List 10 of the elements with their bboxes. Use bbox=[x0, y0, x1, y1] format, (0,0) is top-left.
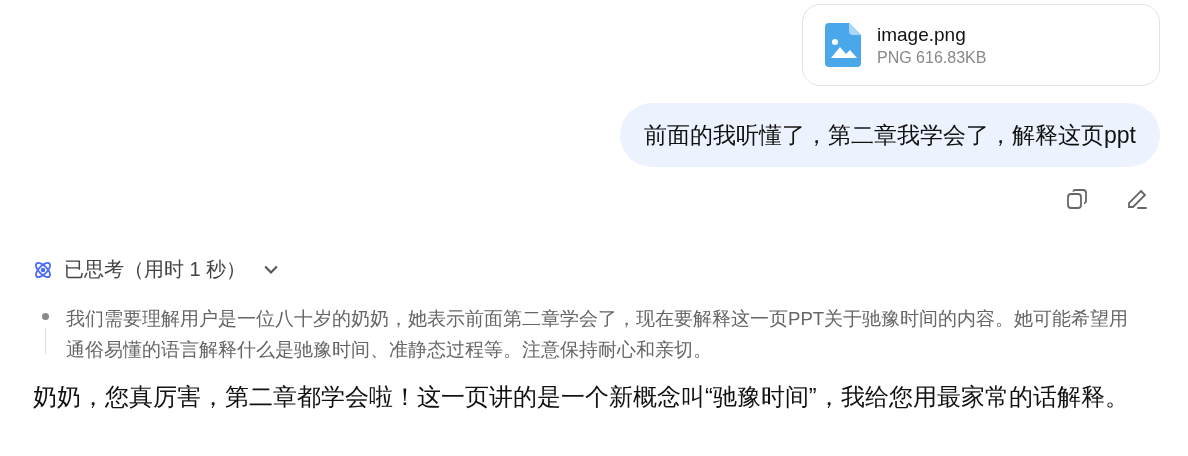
file-name: image.png bbox=[877, 23, 967, 46]
file-meta: PNG 616.83KB bbox=[877, 48, 987, 67]
answer-text: 奶奶，您真厉害，第二章都学会啦！这一页讲的是一个新概念叫“驰豫时间”，我给您用最家常的话解释。 bbox=[33, 383, 1130, 412]
thinking-text: 我们需要理解用户是一位八十岁的奶奶，她表示前面第二章学会了，现在要解释这一页PPT关于驰豫时间的内容。她可能希望用通俗易懂的语言解释什么是驰豫时间、准静态过程等。注意保持耐心和亲切。 bbox=[66, 307, 1130, 362]
user-message: 前面的我听懂了，第二章我学会了，解释这页ppt bbox=[620, 103, 1160, 167]
bullet-dot bbox=[41, 313, 49, 320]
chevron-icon bbox=[264, 265, 279, 274]
thinking-toggle[interactable]: 已思考（用时 1 秒） bbox=[32, 256, 279, 283]
image-file-icon bbox=[825, 23, 861, 67]
file-attachment-card[interactable]: image.png PNG 616.83KB bbox=[802, 4, 1160, 86]
